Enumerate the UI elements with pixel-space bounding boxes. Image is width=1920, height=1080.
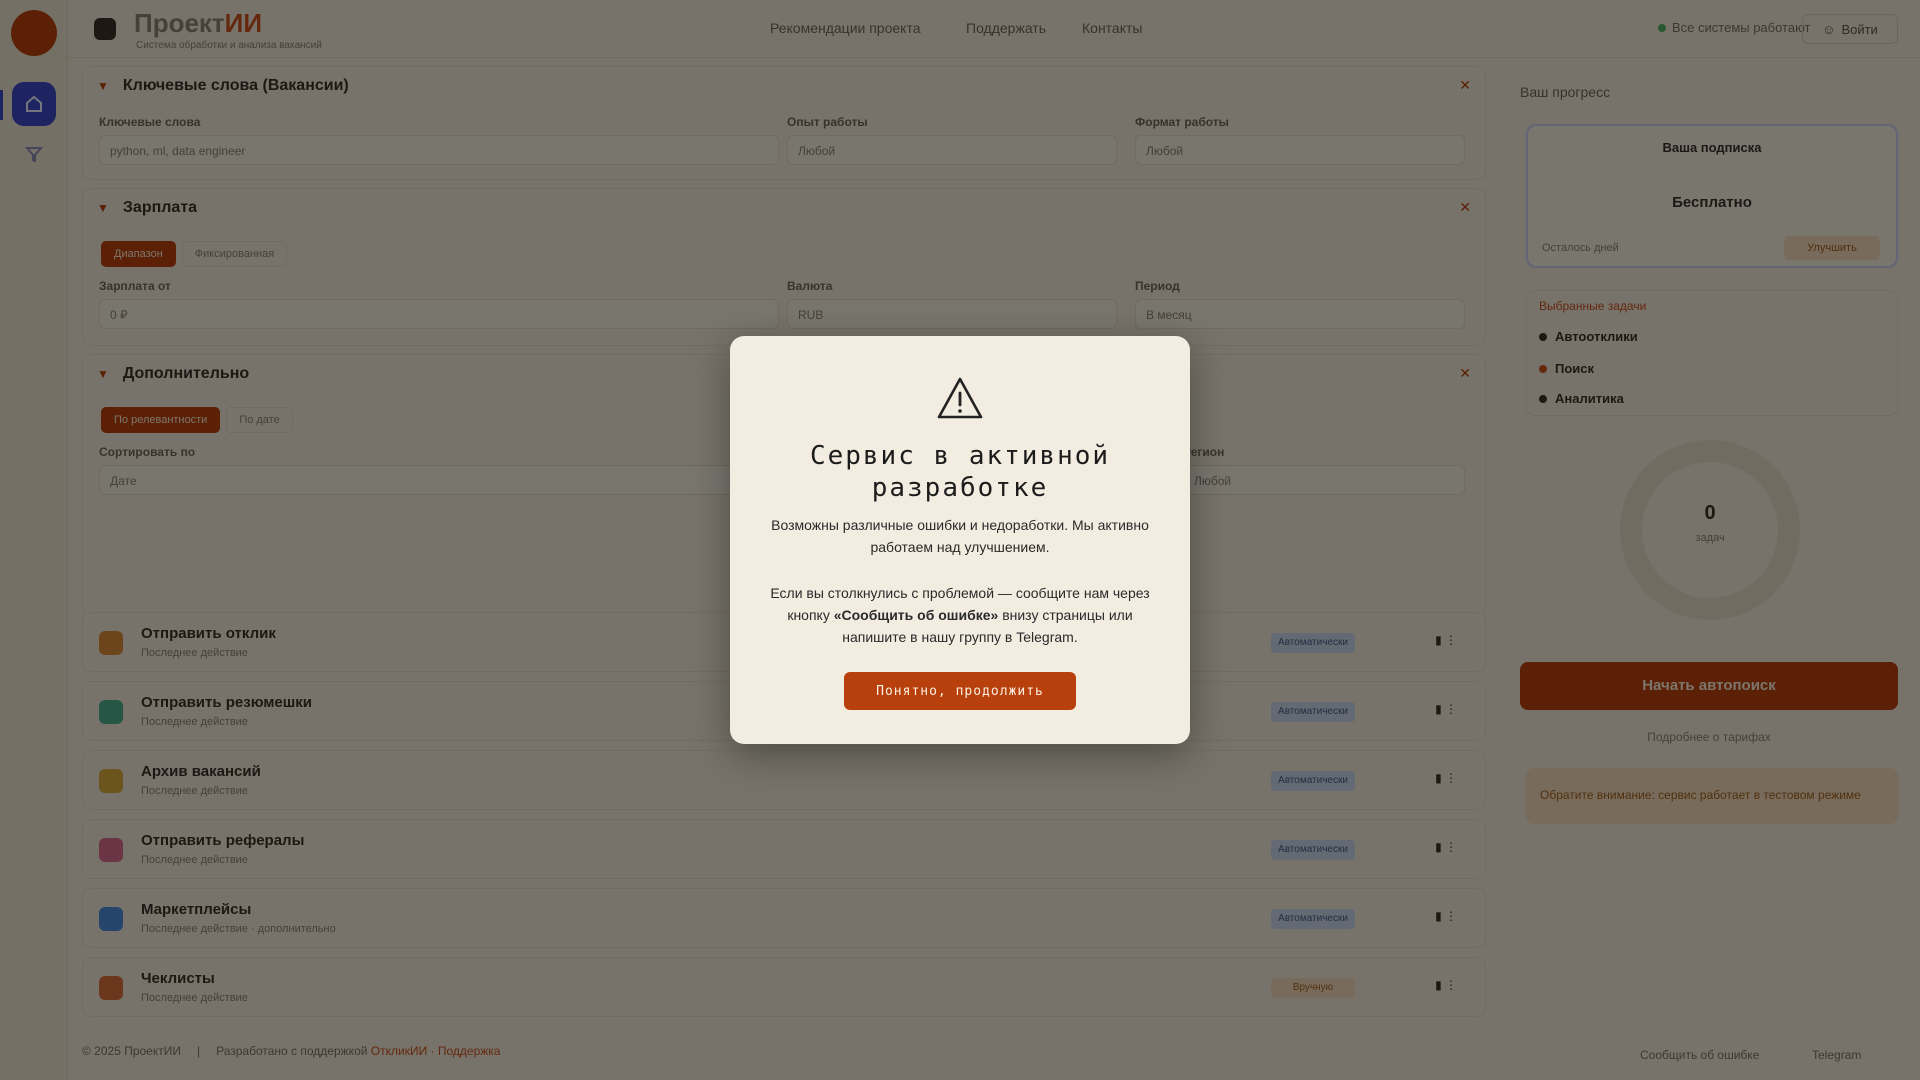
- modal-title: Сервис в активной разработке: [809, 441, 1111, 503]
- warning-triangle-icon: [937, 377, 983, 419]
- report-bug-reference: «Сообщить об ошибке»: [833, 607, 999, 623]
- modal-text-1: Возможны различные ошибки и недоработки.…: [771, 517, 1149, 555]
- dev-notice-modal: Сервис в активной разработке Возможны ра…: [730, 336, 1190, 744]
- continue-button[interactable]: Понятно, продолжить: [844, 672, 1076, 710]
- modal-text-2: Если вы столкнулись с проблемой — сообщи…: [770, 585, 1150, 645]
